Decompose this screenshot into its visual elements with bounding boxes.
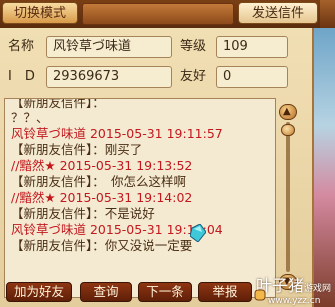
scroll-up-button[interactable]: ▲ [279,104,297,120]
message-line: 【新朋友信件】：你又没说一定要 [11,238,193,253]
friend-info-panel: 名称 风铃草づ味道 等级 109 I D 29369673 友好 0 【新朋友信… [0,28,314,307]
query-button[interactable]: 查询 [80,282,132,302]
report-button[interactable]: 举报 [198,282,252,302]
id-field: 29369673 [46,66,172,88]
id-label: I D [8,69,35,84]
friend-mail-window: 切换模式 发送信件 名称 风铃草づ味道 等级 109 I D 29369673 … [0,0,335,307]
send-message-tab[interactable]: 发送信件 [238,2,318,24]
window-edge [320,0,335,28]
scroll-track[interactable] [286,122,290,272]
friendship-field: 0 [216,66,288,88]
name-field: 风铃草づ味道 [46,36,172,58]
topbar-title-strip [82,3,234,25]
add-friend-button[interactable]: 加为好友 [6,282,72,302]
friendship-label: 友好 [180,69,207,84]
message-scrollbar[interactable]: ▲ ▼ [279,104,297,290]
name-row: 名称 风铃草づ味道 等级 109 [0,34,312,60]
switch-mode-button[interactable]: 切换模式 [2,2,78,24]
game-scenery-background [314,28,335,307]
message-history[interactable]: 【新朋友信件】： ？？、 风铃草づ味道 2015-05-31 19:11:57 … [4,98,276,298]
watermark-domain: www.yzz.cn [268,296,321,306]
level-label: 等级 [180,39,207,54]
top-bar: 切换模式 发送信件 [0,0,335,28]
next-message-button[interactable]: 下一条 [138,282,192,302]
scroll-thumb[interactable] [281,124,295,136]
level-field: 109 [216,36,288,58]
id-row: I D 29369673 友好 0 [0,64,312,90]
gem-cursor-icon [190,224,206,242]
name-label: 名称 [8,39,35,54]
